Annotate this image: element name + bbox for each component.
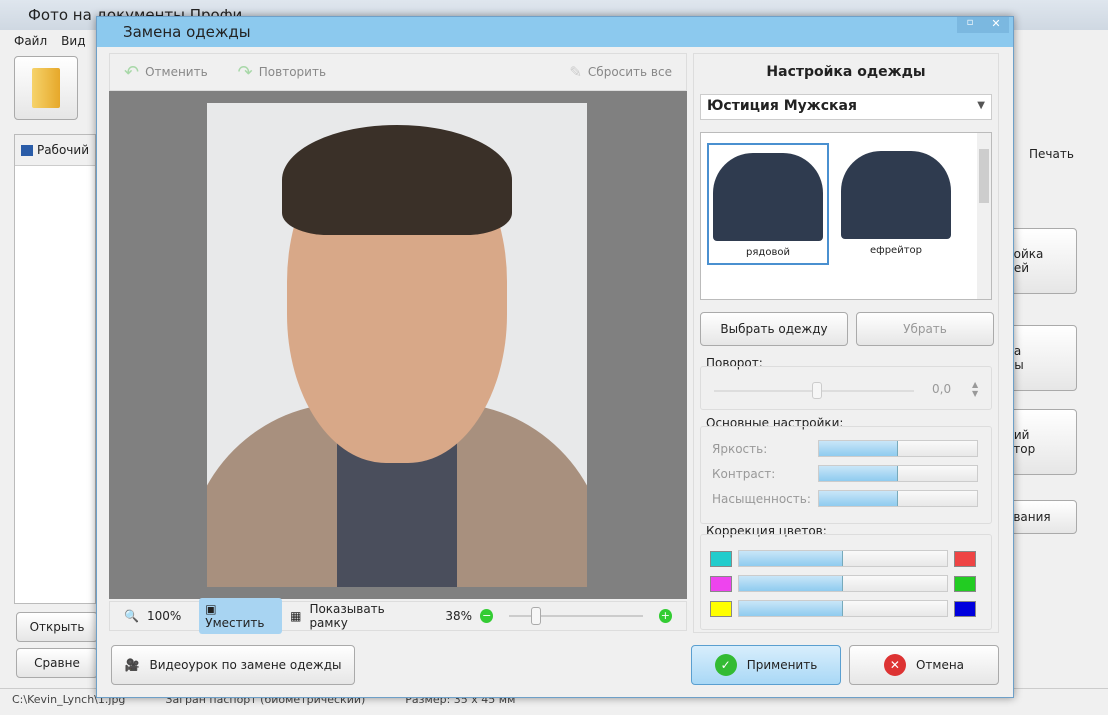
color-swatch-left (710, 575, 732, 592)
fit-icon: ▣ (205, 602, 217, 616)
color-slider[interactable] (738, 600, 948, 617)
color-swatch-left (710, 550, 732, 567)
apply-button[interactable]: ✓ Применить (691, 645, 841, 685)
magnifier-icon[interactable]: 🔍 (124, 609, 139, 623)
basic-slider-row: Контраст: (712, 461, 982, 486)
color-swatch-right (954, 550, 976, 567)
color-slider[interactable] (738, 575, 948, 592)
gallery-scrollbar[interactable] (977, 133, 991, 299)
basic-slider[interactable] (818, 465, 978, 482)
basic-slider[interactable] (818, 440, 978, 457)
basic-slider-row: Насыщенность: (712, 486, 982, 511)
zoom-out-icon[interactable]: − (480, 609, 494, 623)
category-dropdown[interactable]: Юстиция Мужская ▼ (700, 94, 992, 120)
color-slider[interactable] (738, 550, 948, 567)
color-swatch-left (710, 600, 732, 617)
menu-file[interactable]: Файл (14, 34, 47, 48)
cancel-button[interactable]: ✕ Отмена (849, 645, 999, 685)
compare-button[interactable]: Сравне (16, 648, 98, 678)
fit-button[interactable]: ▣ Уместить (199, 598, 283, 634)
color-slider-row (710, 571, 982, 596)
folder-icon (32, 68, 60, 108)
maximize-button[interactable]: ▫ (957, 17, 983, 33)
undo-button[interactable]: ↶ Отменить (124, 62, 208, 83)
right-button-4[interactable]: ования (1005, 500, 1077, 534)
menu-bar: Файл Вид (14, 34, 99, 48)
zoom-level: 38% (445, 609, 473, 623)
choose-clothes-button[interactable]: Выбрать одежду (700, 312, 848, 346)
spin-arrows-icon[interactable]: ▲ ▼ (972, 380, 978, 398)
desktop-icon (21, 144, 33, 156)
clothes-dialog: Замена одежды ▫ ✕ ↶ Отменить ↷ Повторить ✎… (96, 16, 1014, 698)
broom-icon: ✎ (569, 63, 582, 81)
reset-all-button[interactable]: ✎ Сбросить все (569, 63, 672, 81)
close-button[interactable]: ✕ (983, 17, 1009, 33)
rotation-value[interactable]: 0,0 (932, 382, 951, 396)
check-icon: ✓ (714, 654, 737, 676)
frame-icon: ▦ (290, 609, 302, 623)
color-swatch-right (954, 600, 976, 617)
basic-slider[interactable] (818, 490, 978, 507)
show-frame-toggle[interactable]: Показывать рамку (309, 602, 421, 630)
redo-icon: ↷ (237, 61, 253, 83)
remove-clothes-button[interactable]: Убрать (856, 312, 994, 346)
tab-print[interactable]: Печать (1015, 140, 1095, 168)
right-button-2[interactable]: на ды (1005, 325, 1077, 391)
dialog-title: Замена одежды (97, 17, 1013, 47)
clothes-gallery[interactable]: рядовой ефрейтор (700, 132, 992, 300)
portrait-photo (207, 103, 587, 587)
cancel-icon: ✕ (883, 654, 906, 676)
zoom-100-button[interactable]: 100% (147, 609, 181, 623)
rotation-slider[interactable] (714, 382, 914, 399)
basic-slider-row: Яркость: (712, 436, 982, 461)
open-folder-button[interactable] (14, 56, 78, 120)
photo-canvas[interactable] (109, 91, 687, 599)
video-tutorial-button[interactable]: 🎥 Видеоурок по замене одежды (111, 645, 355, 685)
right-button-1[interactable]: ройка ней (1005, 228, 1077, 294)
clothes-item[interactable]: рядовой (707, 143, 829, 265)
menu-view[interactable]: Вид (61, 34, 85, 48)
zoom-in-icon[interactable]: + (658, 609, 672, 623)
undo-icon: ↶ (124, 61, 140, 83)
right-button-3[interactable]: ний ктор (1005, 409, 1077, 475)
settings-heading: Настройка одежды (766, 64, 926, 80)
file-tree[interactable]: Рабочий (14, 134, 96, 604)
color-slider-row (710, 546, 982, 571)
tab-desktop[interactable]: Рабочий (37, 143, 89, 157)
zoom-slider[interactable] (509, 607, 643, 625)
color-slider-row (710, 596, 982, 621)
clothes-item[interactable]: ефрейтор (835, 143, 957, 265)
open-button[interactable]: Открыть (16, 612, 98, 642)
color-swatch-right (954, 575, 976, 592)
redo-button[interactable]: ↷ Повторить (238, 62, 326, 83)
video-camera-icon: 🎥 (124, 658, 140, 672)
chevron-down-icon: ▼ (977, 100, 985, 111)
